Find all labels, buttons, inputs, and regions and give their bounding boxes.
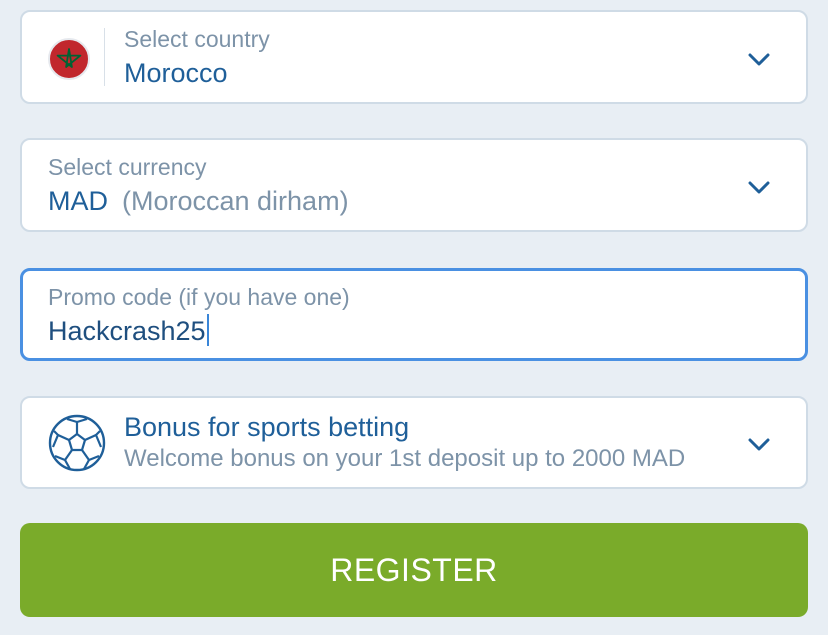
currency-select[interactable]: Select currency MAD (Moroccan dirham) — [20, 138, 808, 232]
flag-divider — [104, 28, 105, 86]
promo-code-label: Promo code (if you have one) — [48, 284, 350, 310]
morocco-flag-icon — [48, 38, 90, 80]
text-cursor — [206, 314, 209, 346]
register-button[interactable]: REGISTER — [20, 523, 808, 617]
bonus-title: Bonus for sports betting — [124, 412, 410, 442]
chevron-down-icon[interactable] — [746, 174, 772, 200]
currency-label: Select currency — [48, 154, 207, 180]
promo-code-input[interactable]: Hackcrash25 — [48, 314, 209, 347]
country-value: Morocco — [124, 58, 228, 88]
chevron-down-icon[interactable] — [746, 46, 772, 72]
currency-value: MAD (Moroccan dirham) — [48, 186, 349, 217]
currency-name: (Moroccan dirham) — [122, 186, 349, 216]
chevron-down-icon[interactable] — [746, 431, 772, 457]
registration-form: Select country Morocco Select currency M… — [0, 0, 828, 635]
currency-code: MAD — [48, 186, 108, 216]
bonus-select[interactable]: Bonus for sports betting Welcome bonus o… — [20, 396, 808, 489]
country-label: Select country — [124, 26, 270, 52]
promo-code-field[interactable]: Promo code (if you have one) Hackcrash25 — [20, 268, 808, 361]
country-select[interactable]: Select country Morocco — [20, 10, 808, 104]
soccer-ball-icon — [48, 414, 106, 472]
promo-code-value: Hackcrash25 — [48, 316, 206, 346]
bonus-subtitle: Welcome bonus on your 1st deposit up to … — [124, 445, 686, 472]
